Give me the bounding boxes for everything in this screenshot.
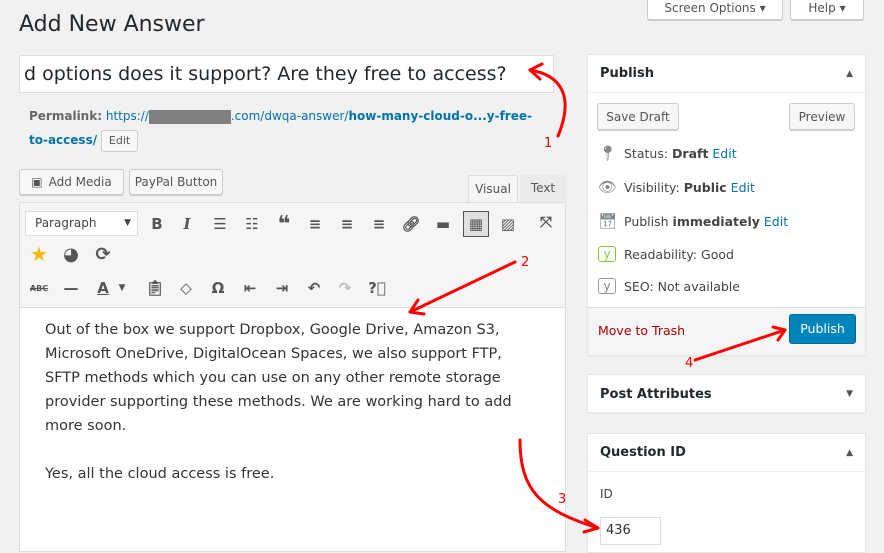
annotation-1: 1 [544, 136, 553, 151]
annotation-4: 4 [685, 356, 694, 371]
annotation-arrows [408, 62, 787, 534]
annotation-3: 3 [558, 492, 567, 507]
annotation-2: 2 [521, 255, 530, 270]
